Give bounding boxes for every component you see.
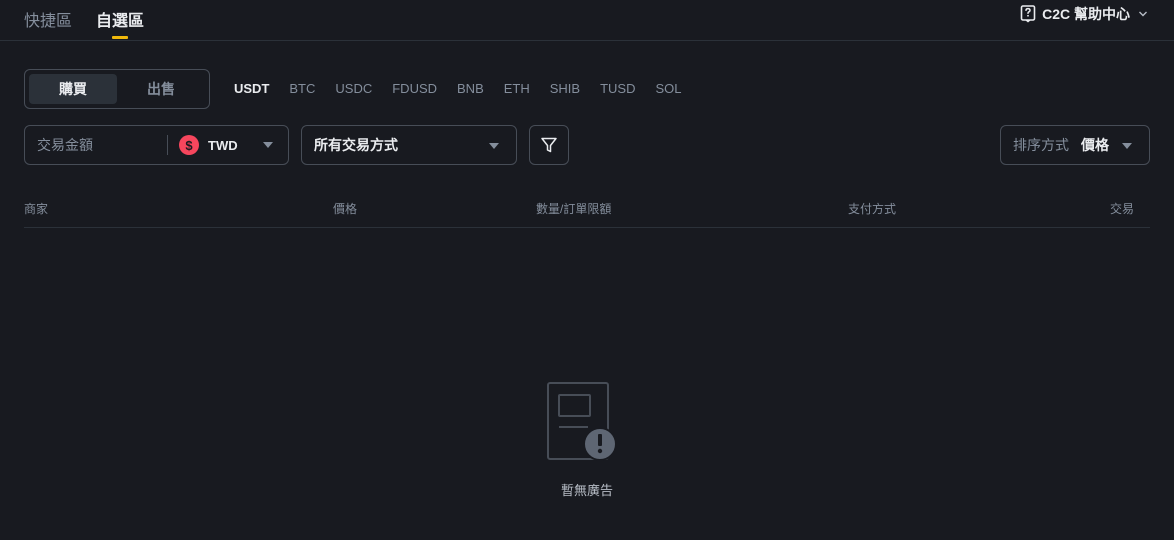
tab-custom[interactable]: 自選區 [96, 7, 145, 39]
buy-button[interactable]: 購買 [29, 74, 117, 104]
sort-label: 排序方式 [1013, 137, 1069, 153]
asset-tab-btc[interactable]: BTC [289, 81, 315, 96]
currency-select[interactable]: $ TWD [179, 126, 289, 164]
amount-divider [167, 135, 168, 155]
asset-tabs: USDT BTC USDC FDUSD BNB ETH SHIB TUSD SO… [234, 81, 702, 96]
asset-tab-eth[interactable]: ETH [504, 81, 530, 96]
funnel-icon [541, 137, 557, 153]
dollar-coin-icon: $ [179, 135, 199, 155]
asset-tab-bnb[interactable]: BNB [457, 81, 484, 96]
buy-sell-toggle: 購買 出售 [24, 69, 210, 109]
no-ads-icon [547, 382, 617, 461]
column-amount-limit: 數量/訂單限額 [536, 202, 612, 216]
column-price: 價格 [333, 202, 358, 216]
help-center-label: C2C 幫助中心 [1042, 6, 1130, 22]
help-center-link[interactable]: C2C 幫助中心 [1020, 4, 1148, 24]
filter-button[interactable] [529, 125, 569, 165]
tab-custom-label: 自選區 [96, 13, 145, 30]
table-header: 商家 價格 數量/訂單限額 支付方式 交易 [24, 190, 1150, 228]
amount-filter: $ TWD [24, 125, 289, 165]
asset-tab-shib[interactable]: SHIB [550, 81, 580, 96]
caret-down-icon [489, 143, 499, 149]
asset-tab-sol[interactable]: SOL [655, 81, 681, 96]
p2p-page: 快捷區 自選區 C2C 幫助中心 購買 出售 USDT BTC USDC FDU… [0, 0, 1174, 540]
asset-tab-usdt[interactable]: USDT [234, 81, 269, 96]
column-merchant: 商家 [24, 202, 49, 216]
payment-method-value: 所有交易方式 [314, 137, 398, 153]
tab-quick-label: 快捷區 [24, 13, 73, 30]
active-tab-indicator [112, 36, 128, 39]
amount-input[interactable] [25, 126, 167, 164]
sell-button[interactable]: 出售 [117, 74, 205, 104]
asset-tab-tusd[interactable]: TUSD [600, 81, 635, 96]
asset-tab-usdc[interactable]: USDC [335, 81, 372, 96]
column-trade: 交易 [1109, 202, 1134, 216]
caret-down-icon [1122, 143, 1132, 149]
caret-down-icon [263, 142, 273, 148]
asset-tab-fdusd[interactable]: FDUSD [392, 81, 437, 96]
help-question-icon [1020, 5, 1036, 23]
sort-value: 價格 [1081, 137, 1109, 153]
empty-state: 暫無廣告 [0, 380, 1174, 499]
column-payment: 支付方式 [848, 202, 897, 216]
empty-message: 暫無廣告 [560, 483, 613, 498]
payment-method-select[interactable]: 所有交易方式 [301, 125, 517, 165]
sort-select[interactable]: 排序方式 價格 [1000, 125, 1150, 165]
tab-quick[interactable]: 快捷區 [24, 7, 72, 31]
top-tab-bar: 快捷區 自選區 C2C 幫助中心 [0, 0, 1174, 41]
currency-code: TWD [208, 137, 238, 153]
chevron-down-icon [1139, 11, 1147, 17]
